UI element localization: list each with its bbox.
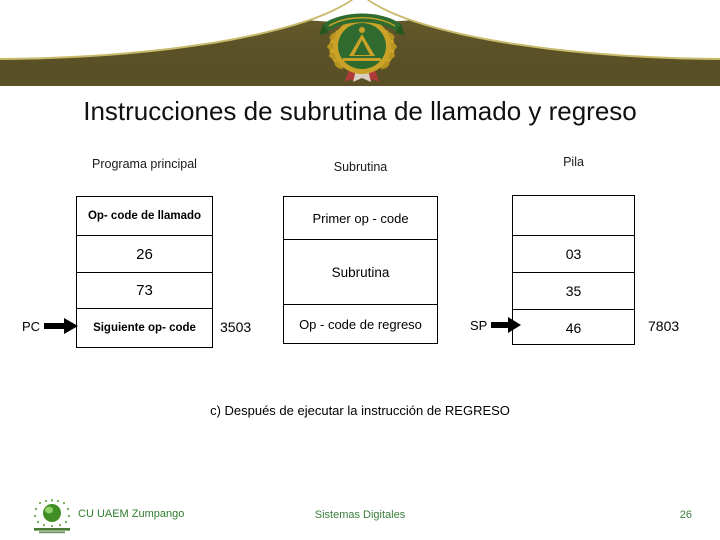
programa-side-value: 3503 — [220, 319, 252, 335]
column-heading-subrutina: Subrutina — [333, 160, 388, 174]
table-row: Siguiente op- code — [77, 308, 212, 346]
column-heading-pila: Pila — [563, 155, 584, 169]
table-row: 46 — [513, 309, 634, 346]
programa-principal-table: Op- code de llamado 26 73 Siguiente op- … — [76, 196, 213, 348]
slide-caption: c) Después de ejecutar la instrucción de… — [210, 403, 510, 418]
table-row: Primer op - code — [312, 210, 409, 226]
pila-table: 03 35 46 — [512, 195, 635, 345]
arrow-right-icon — [491, 317, 522, 333]
column-heading-programa: Programa principal — [92, 157, 197, 171]
sp-pointer: SP — [470, 317, 522, 333]
table-row: 26 — [77, 235, 212, 272]
table-row — [513, 196, 634, 235]
page-title: Instrucciones de subrutina de llamado y … — [83, 96, 637, 126]
header-banner — [0, 0, 720, 86]
uaem-crest-icon — [319, 13, 405, 82]
pc-pointer: PC — [22, 318, 79, 334]
table-row: 73 — [77, 272, 212, 308]
table-row: 35 — [513, 272, 634, 309]
subrutina-table: Primer op - code Subrutina Op - code de … — [283, 196, 438, 344]
arrow-right-icon — [44, 318, 79, 334]
footer-page-number: 26 — [679, 509, 692, 521]
table-row: Subrutina — [284, 239, 437, 304]
table-row: Op- code de llamado — [87, 210, 202, 222]
pila-side-value: 7803 — [648, 318, 680, 334]
pc-label: PC — [22, 318, 41, 334]
table-row: 03 — [513, 235, 634, 272]
sp-label: SP — [470, 317, 488, 333]
footer-course: Sistemas Digitales — [314, 509, 406, 521]
table-row: Op - code de regreso — [284, 304, 437, 343]
banner-left-wing — [0, 0, 366, 86]
